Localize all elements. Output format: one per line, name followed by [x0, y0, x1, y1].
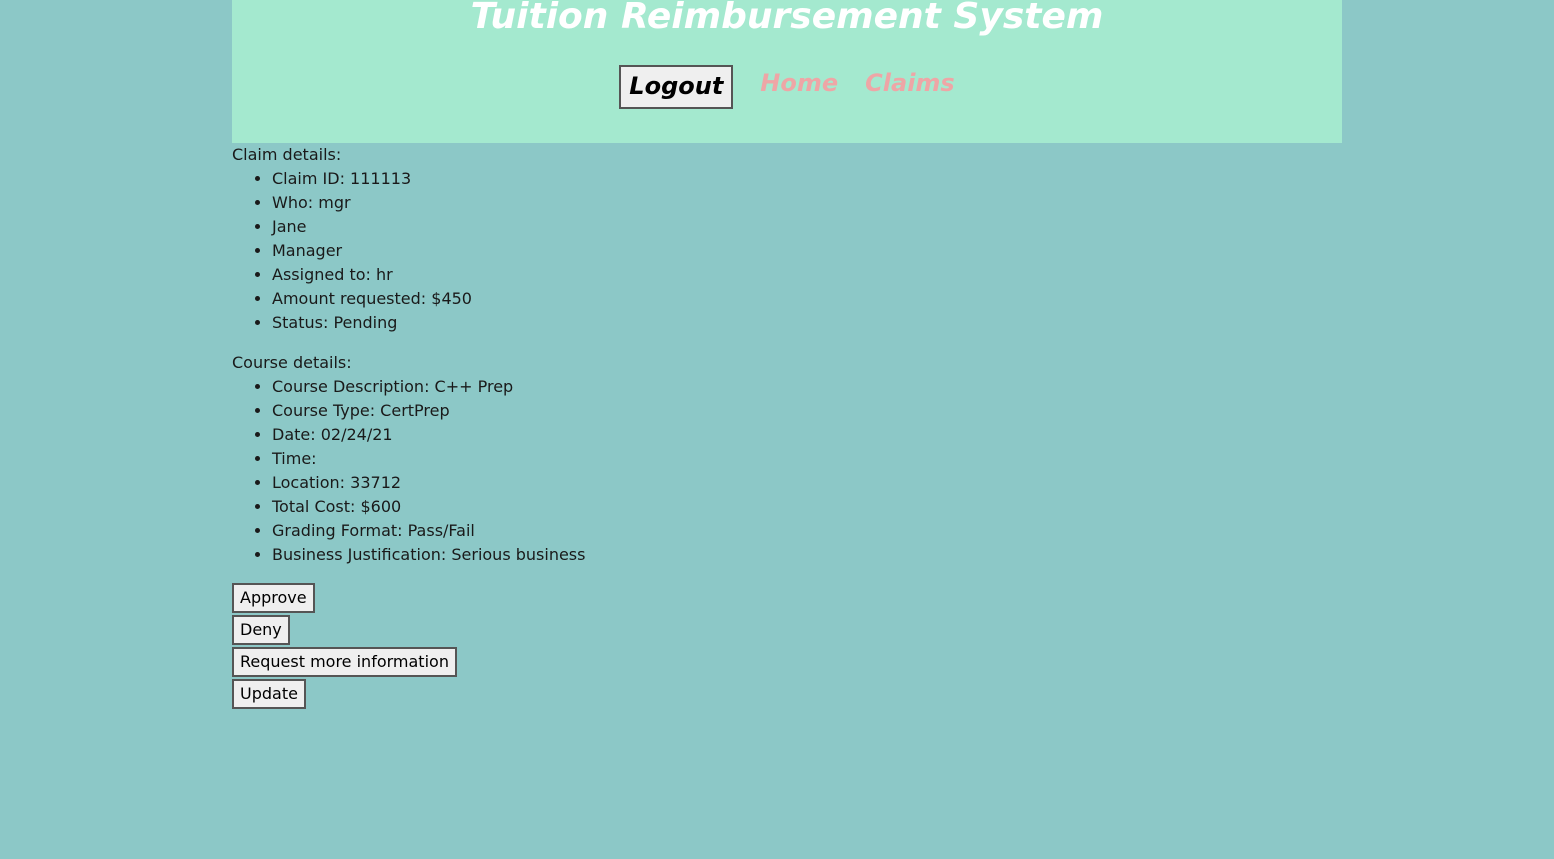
course-details-list: Course Description: C++ Prep Course Type…	[232, 375, 585, 567]
approve-button[interactable]: Approve	[232, 583, 315, 613]
claim-actions: Approve Deny Request more information Up…	[232, 583, 457, 711]
update-button[interactable]: Update	[232, 679, 306, 709]
claim-who-item: Who: mgr	[272, 191, 472, 215]
site-header: Tuition Reimbursement System Logout Home…	[232, 0, 1342, 143]
course-details-heading: Course details:	[232, 353, 352, 372]
claim-status-item: Status: Pending	[272, 311, 472, 335]
course-details-section: Course details: Course Description: C++ …	[232, 351, 585, 567]
deny-button[interactable]: Deny	[232, 615, 290, 645]
page-container: Tuition Reimbursement System Logout Home…	[232, 0, 1342, 709]
course-location-item: Location: 33712	[272, 471, 585, 495]
claim-details-section: Claim details: Claim ID: 111113 Who: mgr…	[232, 143, 472, 335]
course-cost-item: Total Cost: $600	[272, 495, 585, 519]
course-grading-item: Grading Format: Pass/Fail	[272, 519, 585, 543]
course-type-item: Course Type: CertPrep	[272, 399, 585, 423]
course-description-item: Course Description: C++ Prep	[272, 375, 585, 399]
main-nav: Logout Home Claims	[232, 65, 1342, 109]
nav-link-claims[interactable]: Claims	[865, 69, 955, 97]
logout-button[interactable]: Logout	[619, 65, 734, 109]
course-justification-item: Business Justification: Serious business	[272, 543, 585, 567]
claim-assigned-item: Assigned to: hr	[272, 263, 472, 287]
claim-id-item: Claim ID: 111113	[272, 167, 472, 191]
course-time-item: Time:	[272, 447, 585, 471]
claim-role-item: Manager	[272, 239, 472, 263]
site-title: Tuition Reimbursement System	[470, 0, 1104, 37]
claim-details-heading: Claim details:	[232, 145, 342, 164]
request-info-button[interactable]: Request more information	[232, 647, 457, 677]
course-date-item: Date: 02/24/21	[272, 423, 585, 447]
claim-amount-item: Amount requested: $450	[272, 287, 472, 311]
nav-link-home[interactable]: Home	[760, 69, 838, 97]
claim-name-item: Jane	[272, 215, 472, 239]
claim-details-list: Claim ID: 111113 Who: mgr Jane Manager A…	[232, 167, 472, 335]
